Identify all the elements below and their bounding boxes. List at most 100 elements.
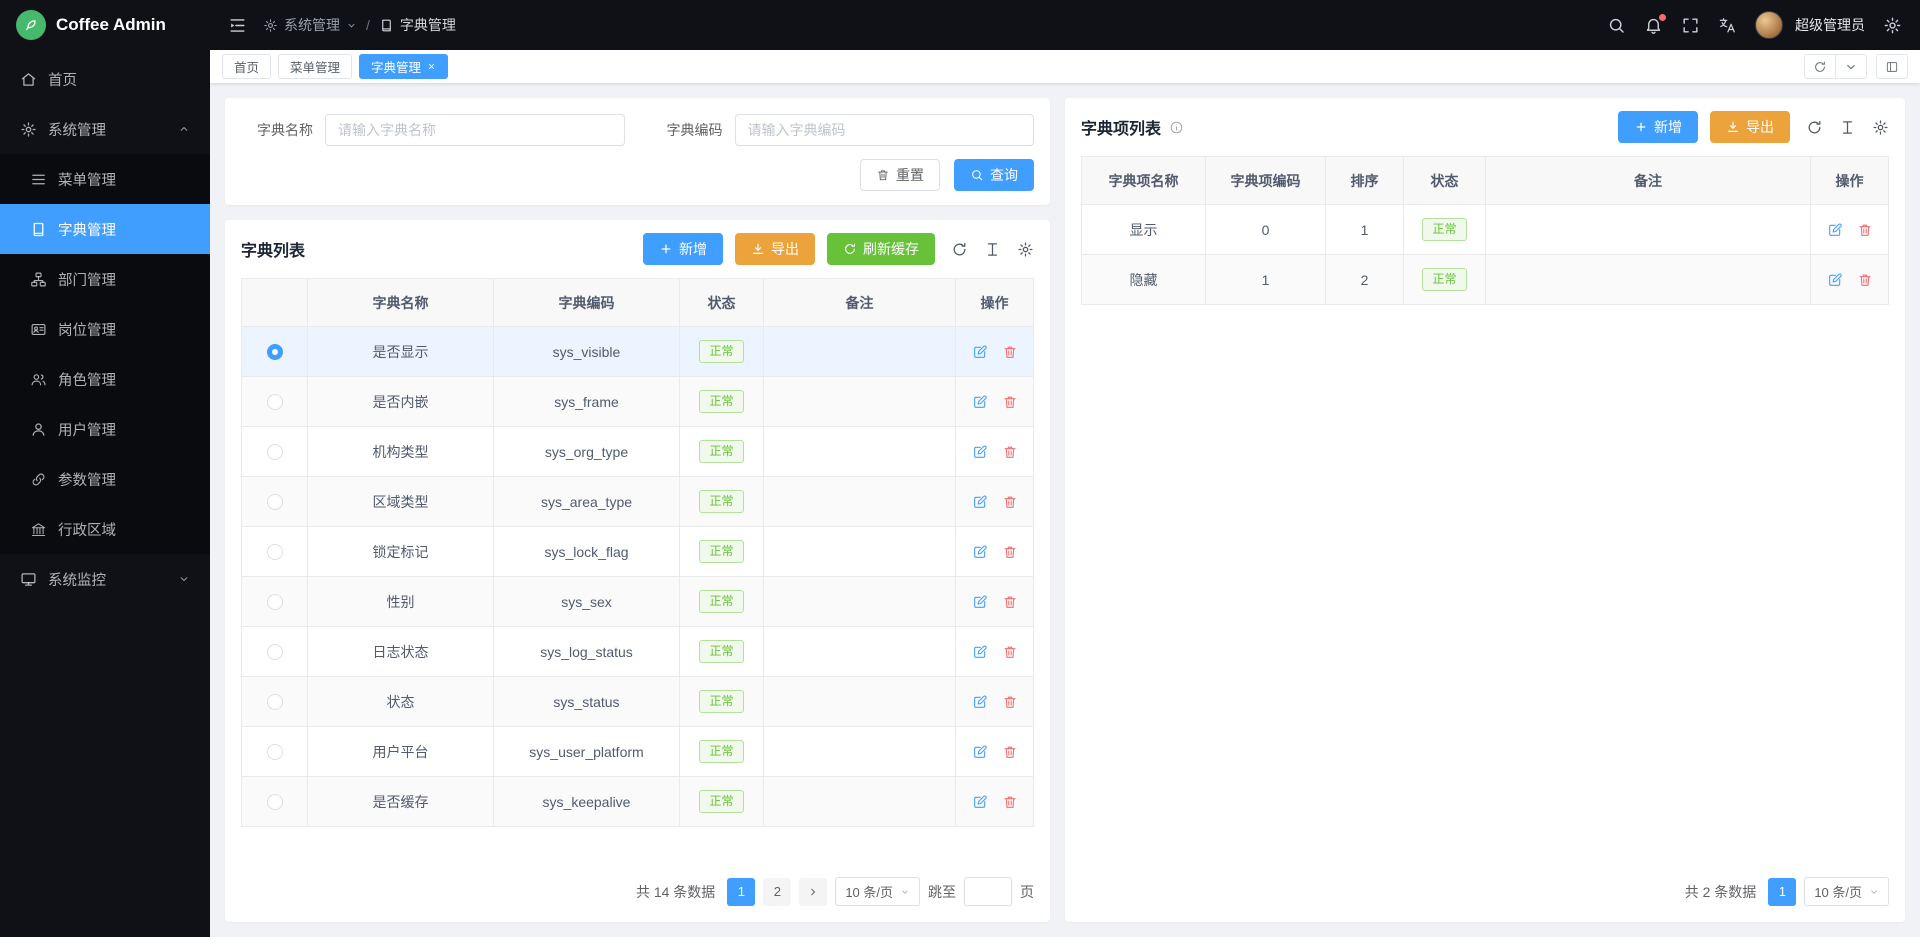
edit-icon[interactable] [1827, 272, 1843, 288]
table-row[interactable]: 隐藏12正常 [1082, 255, 1889, 305]
delete-icon[interactable] [1002, 544, 1018, 560]
table-row[interactable]: 性别sys_sex正常 [242, 577, 1034, 627]
current-user-name[interactable]: 超级管理员 [1795, 15, 1865, 35]
edit-icon[interactable] [972, 494, 988, 510]
edit-icon[interactable] [1827, 222, 1843, 238]
page-number-button[interactable]: 2 [763, 878, 791, 906]
sidebar-item[interactable]: 岗位管理 [0, 304, 210, 354]
table-row[interactable]: 是否缓存sys_keepalive正常 [242, 777, 1034, 827]
page-number-button[interactable]: 1 [1768, 878, 1796, 906]
jump-page-input[interactable] [964, 877, 1012, 906]
close-icon[interactable] [427, 62, 436, 71]
table-row[interactable]: 日志状态sys_log_status正常 [242, 627, 1034, 677]
table-row[interactable]: 是否显示sys_visible正常 [242, 327, 1034, 377]
sidebar-item[interactable]: 首页 [0, 54, 210, 104]
row-radio[interactable] [267, 444, 283, 460]
row-radio[interactable] [267, 744, 283, 760]
sidebar-item[interactable]: 用户管理 [0, 404, 210, 454]
query-button[interactable]: 查询 [954, 159, 1034, 191]
breadcrumb: 系统管理/字典管理 [263, 15, 456, 35]
delete-icon[interactable] [1002, 344, 1018, 360]
tab-item[interactable]: 菜单管理 [278, 54, 352, 79]
refresh-icon[interactable] [1806, 119, 1823, 136]
refresh-icon[interactable] [951, 241, 968, 258]
refresh-cache-button[interactable]: 刷新缓存 [827, 233, 935, 265]
reset-button[interactable]: 重置 [860, 159, 940, 191]
dict-code-input[interactable] [735, 114, 1035, 146]
edit-icon[interactable] [972, 694, 988, 710]
delete-icon[interactable] [1857, 272, 1873, 288]
tab-item[interactable]: 首页 [222, 54, 271, 79]
row-radio[interactable] [267, 594, 283, 610]
notification-bell[interactable] [1644, 16, 1663, 35]
delete-icon[interactable] [1002, 494, 1018, 510]
row-radio[interactable] [267, 344, 283, 360]
sidebar-item-active[interactable]: 字典管理 [0, 204, 210, 254]
settings-gear-icon[interactable] [1872, 119, 1889, 136]
edit-icon[interactable] [972, 394, 988, 410]
table-row[interactable]: 区域类型sys_area_type正常 [242, 477, 1034, 527]
sidebar-item[interactable]: 系统监控 [0, 554, 210, 604]
settings-gear-icon[interactable] [1883, 16, 1902, 35]
sidebar-item[interactable]: 参数管理 [0, 454, 210, 504]
delete-icon[interactable] [1002, 594, 1018, 610]
page-size-select[interactable]: 10 条/页 [1804, 877, 1889, 906]
next-page-button[interactable] [799, 878, 827, 906]
refresh-icon[interactable] [1805, 55, 1835, 78]
sidebar-item[interactable]: 部门管理 [0, 254, 210, 304]
sidebar-fold-icon[interactable] [228, 16, 247, 35]
delete-icon[interactable] [1002, 744, 1018, 760]
row-radio[interactable] [267, 694, 283, 710]
export-button[interactable]: 导出 [1710, 111, 1790, 143]
edit-icon[interactable] [972, 544, 988, 560]
table-row[interactable]: 显示01正常 [1082, 205, 1889, 255]
table-row[interactable]: 是否内嵌sys_frame正常 [242, 377, 1034, 427]
add-button[interactable]: 新增 [1618, 111, 1698, 143]
delete-icon[interactable] [1002, 694, 1018, 710]
layout-toggle[interactable] [1876, 54, 1908, 79]
row-radio[interactable] [267, 644, 283, 660]
delete-icon[interactable] [1002, 444, 1018, 460]
edit-icon[interactable] [972, 344, 988, 360]
avatar[interactable] [1755, 11, 1783, 39]
sidebar-item[interactable]: 菜单管理 [0, 154, 210, 204]
edit-icon[interactable] [972, 644, 988, 660]
delete-icon[interactable] [1002, 794, 1018, 810]
page-number-button[interactable]: 1 [727, 878, 755, 906]
row-radio[interactable] [267, 394, 283, 410]
breadcrumb-item[interactable]: 系统管理 [263, 15, 357, 35]
row-radio[interactable] [267, 794, 283, 810]
table-row[interactable]: 状态sys_status正常 [242, 677, 1034, 727]
page-size-select[interactable]: 10 条/页 [835, 877, 920, 906]
edit-icon[interactable] [972, 444, 988, 460]
edit-icon[interactable] [972, 744, 988, 760]
dict-name-input[interactable] [325, 114, 625, 146]
column-settings-icon[interactable] [1839, 119, 1856, 136]
export-button[interactable]: 导出 [735, 233, 815, 265]
add-button[interactable]: 新增 [643, 233, 723, 265]
table-row[interactable]: 锁定标记sys_lock_flag正常 [242, 527, 1034, 577]
fullscreen-icon[interactable] [1681, 16, 1700, 35]
delete-icon[interactable] [1002, 644, 1018, 660]
tab-active[interactable]: 字典管理 [359, 54, 448, 79]
row-radio[interactable] [267, 494, 283, 510]
sidebar-item[interactable]: 行政区域 [0, 504, 210, 554]
delete-icon[interactable] [1857, 222, 1873, 238]
settings-gear-icon[interactable] [1017, 241, 1034, 258]
breadcrumb-item[interactable]: 字典管理 [379, 15, 456, 35]
sidebar-item[interactable]: 系统管理 [0, 104, 210, 154]
column-settings-icon[interactable] [984, 241, 1001, 258]
chevron-down-icon[interactable] [1835, 55, 1866, 78]
delete-icon[interactable] [1002, 394, 1018, 410]
search-icon[interactable] [1607, 16, 1626, 35]
sidebar-item[interactable]: 角色管理 [0, 354, 210, 404]
topbar-actions: 超级管理员 [1607, 11, 1902, 39]
translate-icon[interactable] [1718, 16, 1737, 35]
table-row[interactable]: 机构类型sys_org_type正常 [242, 427, 1034, 477]
chevron-up-icon [178, 123, 190, 135]
edit-icon[interactable] [972, 794, 988, 810]
table-row[interactable]: 用户平台sys_user_platform正常 [242, 727, 1034, 777]
row-radio[interactable] [267, 544, 283, 560]
edit-icon[interactable] [972, 594, 988, 610]
dict-code-cell: sys_user_platform [494, 727, 680, 777]
